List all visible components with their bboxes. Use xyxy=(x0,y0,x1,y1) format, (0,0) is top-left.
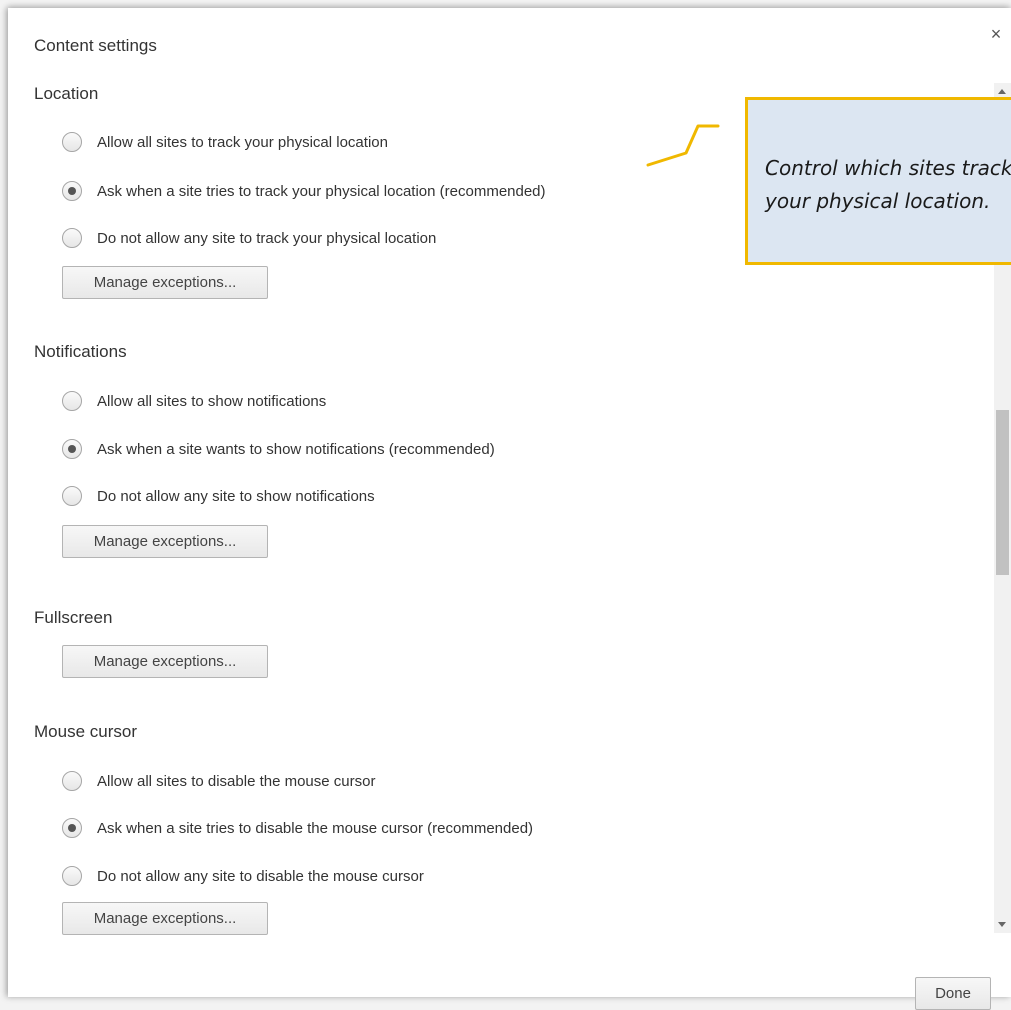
radio-label: Ask when a site tries to disable the mou… xyxy=(97,819,534,837)
radio-label: Ask when a site wants to show notificati… xyxy=(97,440,495,458)
dialog-title: Content settings xyxy=(34,36,157,55)
radio-button[interactable] xyxy=(62,391,82,411)
done-button[interactable]: Done xyxy=(915,977,991,1010)
annotation-callout: Control which sites track your physical … xyxy=(745,97,1011,265)
scroll-down-icon[interactable] xyxy=(998,922,1006,927)
radio-button[interactable] xyxy=(62,771,82,791)
radio-button[interactable] xyxy=(62,866,82,886)
radio-button[interactable] xyxy=(62,228,82,248)
radio-location-deny[interactable]: Do not allow any site to track your phys… xyxy=(62,226,436,250)
scroll-thumb[interactable] xyxy=(996,410,1009,575)
radio-label: Do not allow any site to track your phys… xyxy=(97,229,437,247)
radio-mouse-deny[interactable]: Do not allow any site to disable the mou… xyxy=(62,864,424,888)
radio-mouse-allow[interactable]: Allow all sites to disable the mouse cur… xyxy=(62,769,375,793)
manage-exceptions-notifications-button[interactable]: Manage exceptions... xyxy=(62,525,268,558)
close-icon[interactable]: × xyxy=(985,23,1007,45)
radio-label: Do not allow any site to show notificati… xyxy=(97,487,375,505)
radio-button[interactable] xyxy=(62,132,82,152)
radio-notifications-allow[interactable]: Allow all sites to show notifications xyxy=(62,389,326,413)
radio-mouse-ask[interactable]: Ask when a site tries to disable the mou… xyxy=(62,816,533,840)
callout-text: Control which sites track your physical … xyxy=(765,156,1011,213)
section-heading-mouse-cursor: Mouse cursor xyxy=(34,722,137,741)
radio-label: Allow all sites to track your physical l… xyxy=(97,133,388,151)
radio-label: Do not allow any site to disable the mou… xyxy=(97,867,424,885)
manage-exceptions-location-button[interactable]: Manage exceptions... xyxy=(62,266,268,299)
radio-label: Allow all sites to disable the mouse cur… xyxy=(97,772,376,790)
radio-button[interactable] xyxy=(62,486,82,506)
radio-notifications-ask[interactable]: Ask when a site wants to show notificati… xyxy=(62,437,495,461)
section-heading-location: Location xyxy=(34,84,99,103)
radio-location-allow[interactable]: Allow all sites to track your physical l… xyxy=(62,130,388,154)
radio-notifications-deny[interactable]: Do not allow any site to show notificati… xyxy=(62,484,375,508)
radio-location-ask[interactable]: Ask when a site tries to track your phys… xyxy=(62,179,546,203)
radio-button-selected[interactable] xyxy=(62,439,82,459)
callout-leader-line xyxy=(646,124,720,167)
section-heading-notifications: Notifications xyxy=(34,342,127,361)
manage-exceptions-fullscreen-button[interactable]: Manage exceptions... xyxy=(62,645,268,678)
radio-label: Allow all sites to show notifications xyxy=(97,392,327,410)
radio-button-selected[interactable] xyxy=(62,181,82,201)
radio-button-selected[interactable] xyxy=(62,818,82,838)
scroll-up-icon[interactable] xyxy=(998,89,1006,94)
radio-label: Ask when a site tries to track your phys… xyxy=(97,182,546,200)
section-heading-fullscreen: Fullscreen xyxy=(34,608,113,627)
manage-exceptions-mouse-cursor-button[interactable]: Manage exceptions... xyxy=(62,902,268,935)
